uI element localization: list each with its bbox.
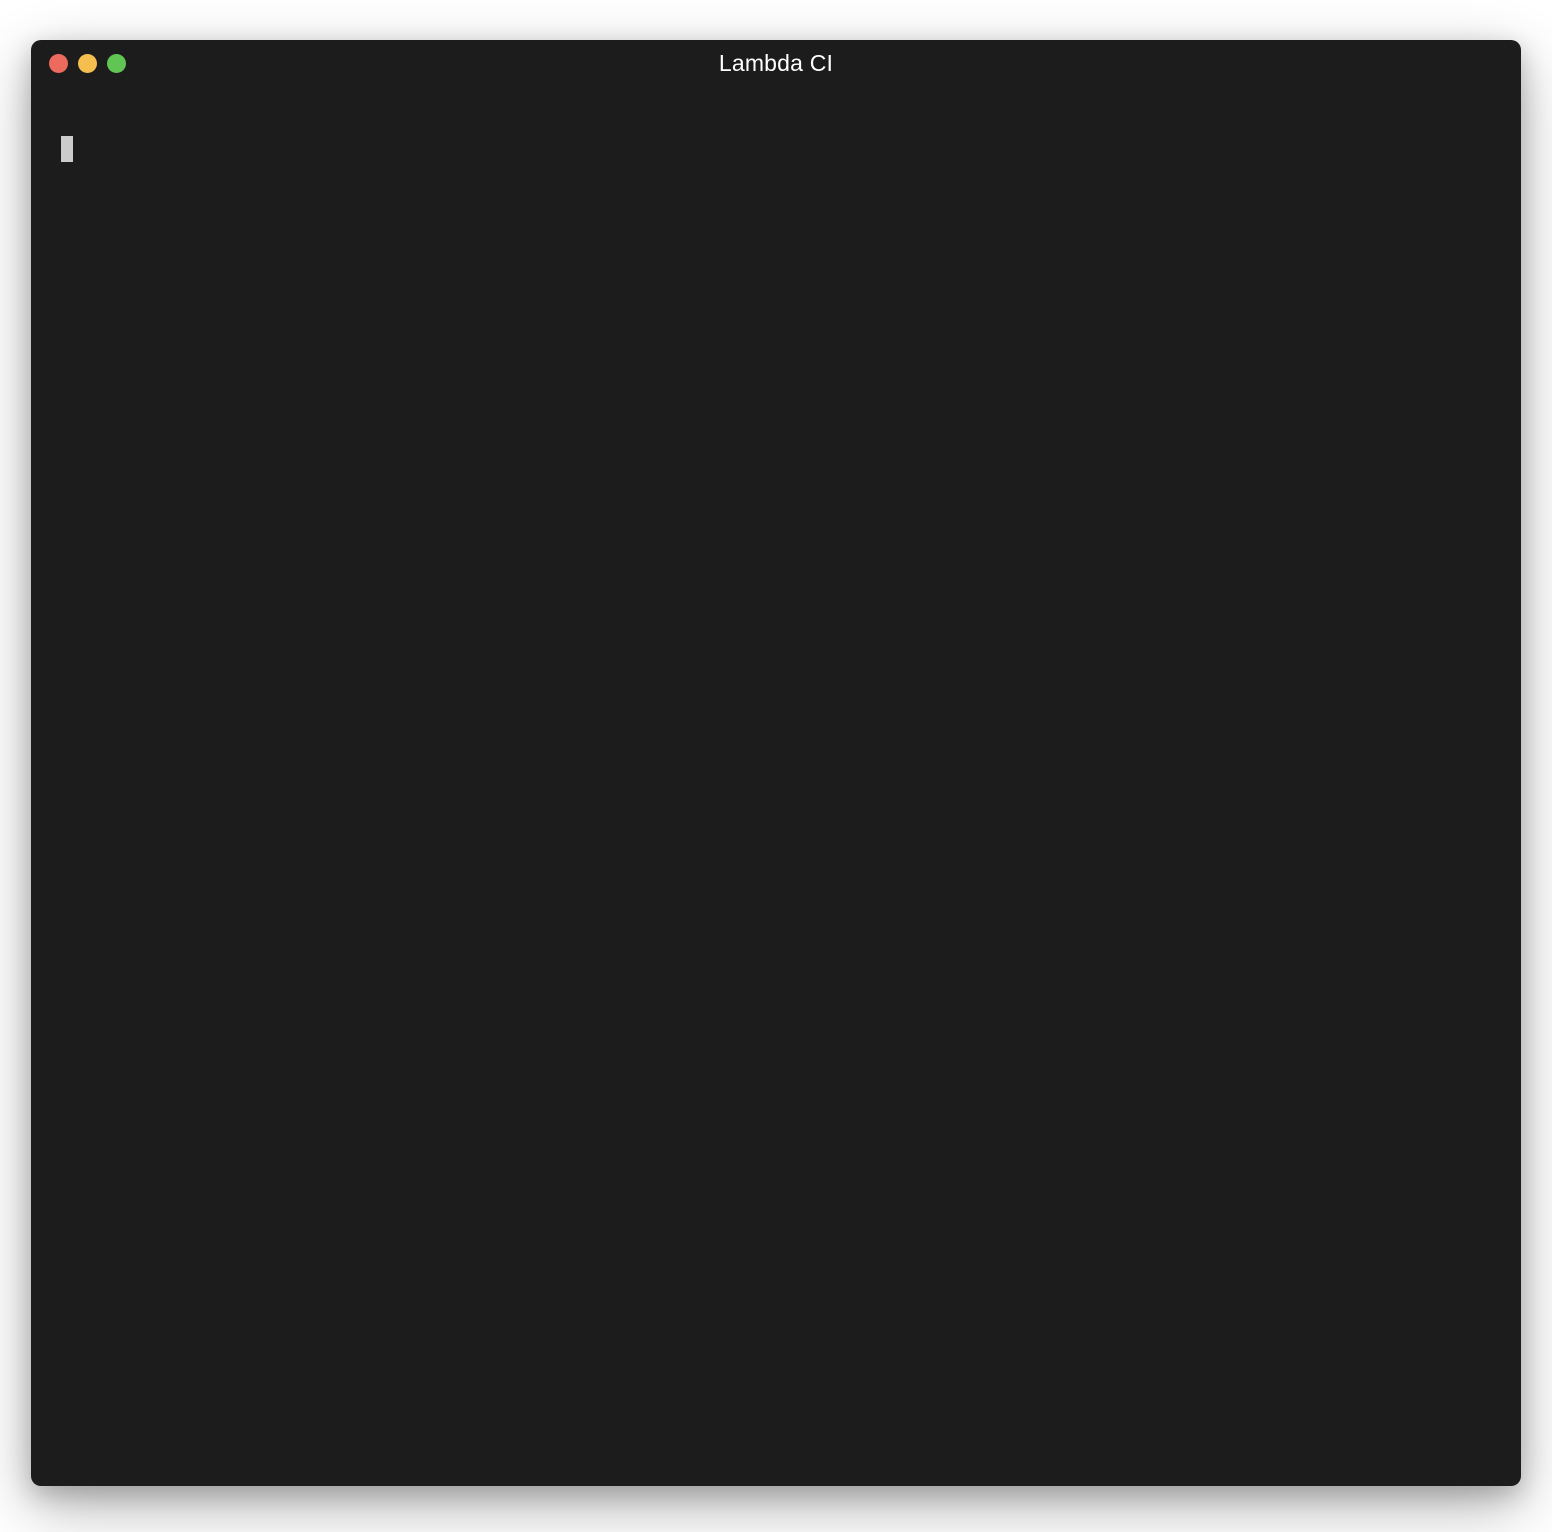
prompt-line[interactable]	[61, 136, 1491, 162]
terminal-window: Lambda CI	[31, 40, 1521, 1486]
cursor-icon	[61, 136, 73, 162]
zoom-button[interactable]	[107, 54, 126, 73]
traffic-lights	[49, 54, 126, 73]
close-button[interactable]	[49, 54, 68, 73]
window-title: Lambda CI	[719, 50, 833, 77]
title-bar: Lambda CI	[31, 40, 1521, 86]
minimize-button[interactable]	[78, 54, 97, 73]
terminal-body[interactable]	[31, 86, 1521, 1486]
